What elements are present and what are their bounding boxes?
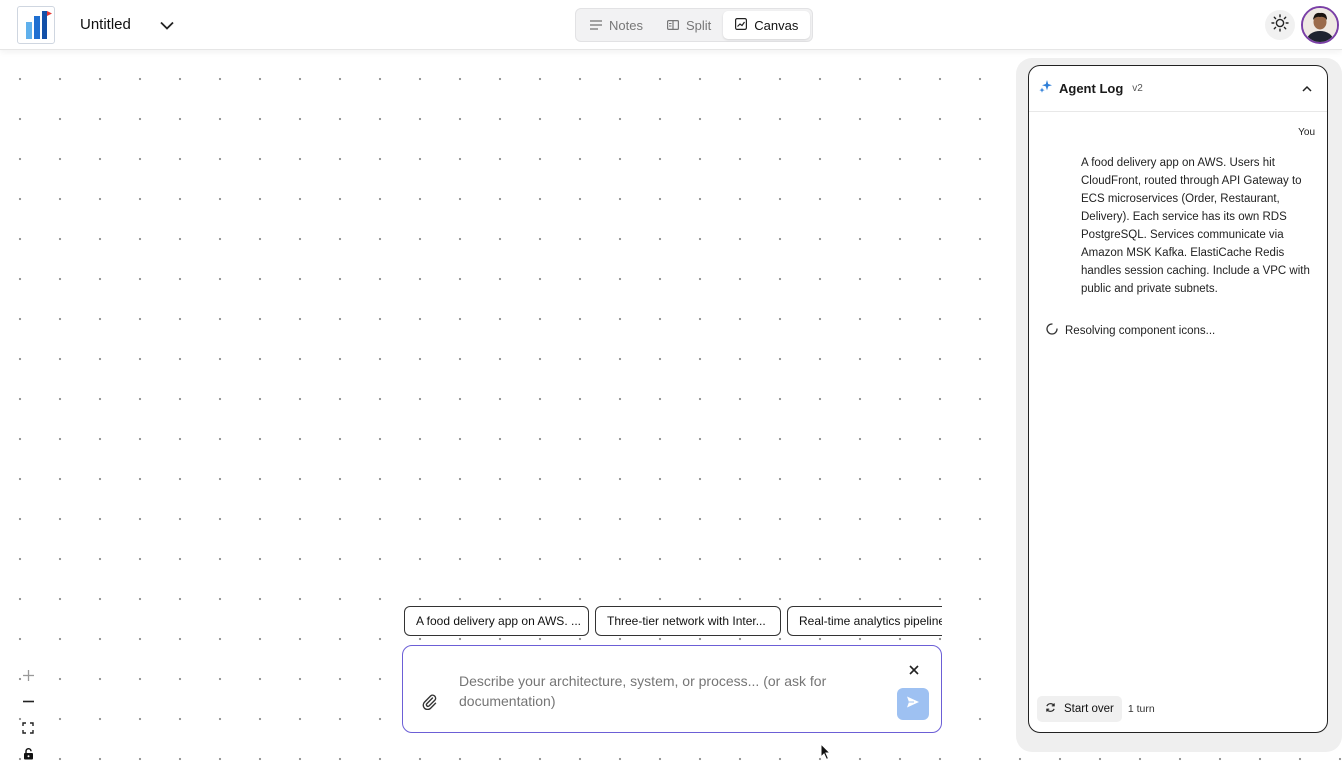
chevron-up-icon[interactable] bbox=[1299, 81, 1315, 97]
chevron-down-icon[interactable] bbox=[156, 14, 178, 36]
document-title[interactable]: Untitled bbox=[80, 16, 131, 33]
split-icon bbox=[666, 18, 679, 33]
lock-button[interactable] bbox=[15, 743, 41, 769]
lock-icon bbox=[23, 747, 34, 765]
suggestion-chip[interactable]: Three-tier network with Inter... bbox=[595, 606, 781, 636]
prompt-box bbox=[402, 645, 942, 733]
send-button[interactable] bbox=[897, 688, 929, 720]
agent-log-footer: Start over 1 turn bbox=[1037, 696, 1155, 722]
send-icon bbox=[906, 695, 920, 714]
app-logo-icon[interactable] bbox=[17, 6, 55, 44]
start-over-button[interactable]: Start over bbox=[1037, 696, 1122, 722]
refresh-icon bbox=[1045, 702, 1056, 716]
sun-icon bbox=[1271, 13, 1289, 37]
prompt-input[interactable] bbox=[459, 671, 879, 711]
user-avatar[interactable] bbox=[1301, 6, 1339, 44]
top-bar: Untitled Notes Split Canvas bbox=[0, 0, 1342, 50]
suggestion-chip[interactable]: A food delivery app on AWS. ... bbox=[404, 606, 589, 636]
theme-toggle-button[interactable] bbox=[1265, 10, 1295, 40]
agent-log-header: Agent Log v2 bbox=[1029, 66, 1327, 112]
tab-canvas[interactable]: Canvas bbox=[723, 11, 811, 39]
agent-version-badge: v2 bbox=[1132, 83, 1143, 94]
user-message: A food delivery app on AWS. Users hit Cl… bbox=[1081, 157, 1310, 295]
tab-split[interactable]: Split bbox=[655, 11, 723, 39]
close-icon[interactable] bbox=[907, 663, 921, 677]
tab-canvas-label: Canvas bbox=[754, 17, 799, 33]
notes-icon bbox=[590, 18, 602, 33]
agent-status-text: Resolving component icons... bbox=[1065, 324, 1216, 337]
start-over-label: Start over bbox=[1064, 703, 1114, 715]
sparkle-icon bbox=[1039, 79, 1053, 98]
agent-status: Resolving component icons... bbox=[1046, 323, 1215, 338]
paperclip-icon[interactable] bbox=[420, 692, 438, 711]
loading-spinner-icon bbox=[1046, 323, 1058, 338]
turn-count: 1 turn bbox=[1127, 703, 1155, 715]
tab-notes-label: Notes bbox=[609, 17, 643, 33]
minus-icon bbox=[22, 695, 35, 713]
fullscreen-icon bbox=[22, 721, 34, 739]
fit-view-button[interactable] bbox=[15, 717, 41, 743]
suggestion-chip[interactable]: Real-time analytics pipeline: bbox=[787, 606, 942, 636]
agent-log-panel: Agent Log v2 You A food delivery app on … bbox=[1028, 65, 1328, 733]
prompt-suggestions: A food delivery app on AWS. ... Three-ti… bbox=[404, 606, 942, 636]
view-switcher: Notes Split Canvas bbox=[575, 8, 813, 42]
tab-notes[interactable]: Notes bbox=[578, 11, 655, 39]
mouse-cursor-icon bbox=[820, 742, 832, 766]
plus-icon bbox=[22, 669, 35, 687]
zoom-in-button[interactable] bbox=[15, 665, 41, 691]
zoom-controls bbox=[15, 665, 41, 769]
tab-split-label: Split bbox=[685, 17, 712, 33]
zoom-out-button[interactable] bbox=[15, 691, 41, 717]
canvas-icon bbox=[735, 17, 748, 33]
message-sender: You bbox=[1298, 127, 1315, 138]
agent-log-title: Agent Log bbox=[1059, 81, 1124, 96]
